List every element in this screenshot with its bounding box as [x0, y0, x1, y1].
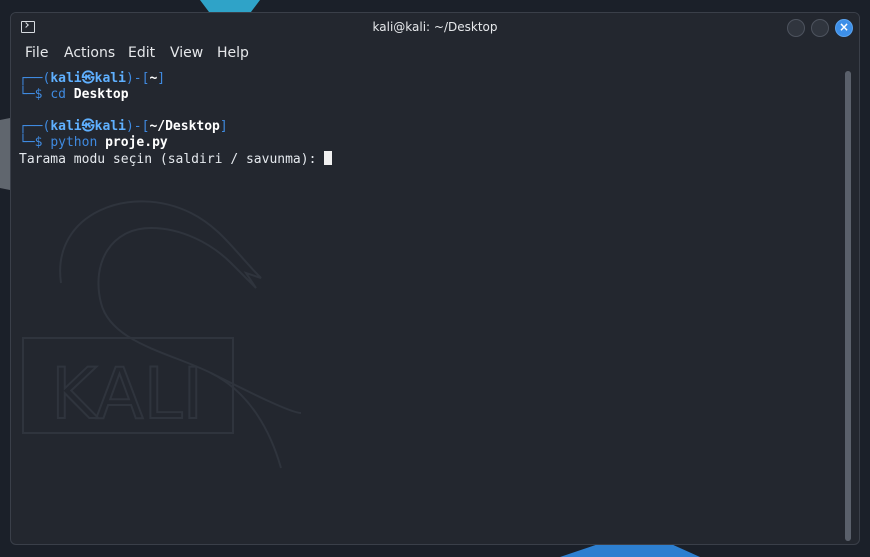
prompt-at-symbol: ㉿	[81, 119, 95, 134]
prompt-frame: )-[	[125, 119, 150, 134]
prompt-host: kali	[94, 71, 126, 86]
close-button[interactable]: ×	[835, 19, 853, 37]
prompt-dollar: └─$	[19, 87, 43, 102]
command-name: cd	[50, 87, 66, 102]
menu-view[interactable]: View	[170, 45, 203, 61]
prompt-host: kali	[94, 119, 126, 134]
command-argument: proje.py	[105, 135, 168, 150]
prompt-path: ~/Desktop	[149, 119, 220, 134]
menu-help[interactable]: Help	[217, 45, 249, 61]
prompt-at-symbol: ㉿	[81, 71, 95, 86]
prompt-frame: ]	[219, 119, 228, 134]
prompt-frame: ┌──(	[19, 71, 51, 86]
maximize-button[interactable]	[811, 19, 829, 37]
program-output: Tarama modu seçin (saldiri / savunma):	[19, 152, 325, 167]
scrollbar-thumb[interactable]	[845, 71, 851, 541]
text-cursor	[324, 151, 333, 165]
close-icon: ×	[838, 20, 850, 34]
prompt-frame: )-[	[125, 71, 150, 86]
scrollbar[interactable]	[845, 71, 851, 541]
minimize-button[interactable]	[787, 19, 805, 37]
menu-actions[interactable]: Actions	[64, 45, 115, 61]
prompt-user: kali	[50, 71, 82, 86]
command-argument: Desktop	[73, 87, 129, 102]
prompt-user: kali	[50, 119, 82, 134]
prompt-line-1: ┌──(kali㉿kali)-[~]	[19, 71, 165, 87]
prompt-line-2: ┌──(kali㉿kali)-[~/Desktop]	[19, 119, 228, 135]
menu-edit[interactable]: Edit	[128, 45, 155, 61]
terminal-output[interactable]: ┌──(kali㉿kali)-[~] └─$ cd Desktop ┌──(ka…	[11, 67, 841, 544]
prompt-frame: ┌──(	[19, 119, 51, 134]
window-title: kali@kali: ~/Desktop	[372, 20, 498, 34]
command-name: python	[50, 135, 98, 150]
program-output-line: Tarama modu seçin (saldiri / savunma):	[19, 151, 333, 167]
command-line-2: └─$ python proje.py	[19, 135, 168, 151]
menu-file[interactable]: File	[25, 45, 48, 61]
menu-bar: File Actions Edit View Help	[11, 44, 859, 66]
prompt-dollar: └─$	[19, 135, 43, 150]
title-bar[interactable]: kali@kali: ~/Desktop ×	[11, 13, 859, 43]
command-line-1: └─$ cd Desktop	[19, 87, 129, 103]
prompt-frame: ]	[157, 71, 166, 86]
terminal-window: kali@kali: ~/Desktop × File Actions Edit…	[10, 12, 860, 545]
